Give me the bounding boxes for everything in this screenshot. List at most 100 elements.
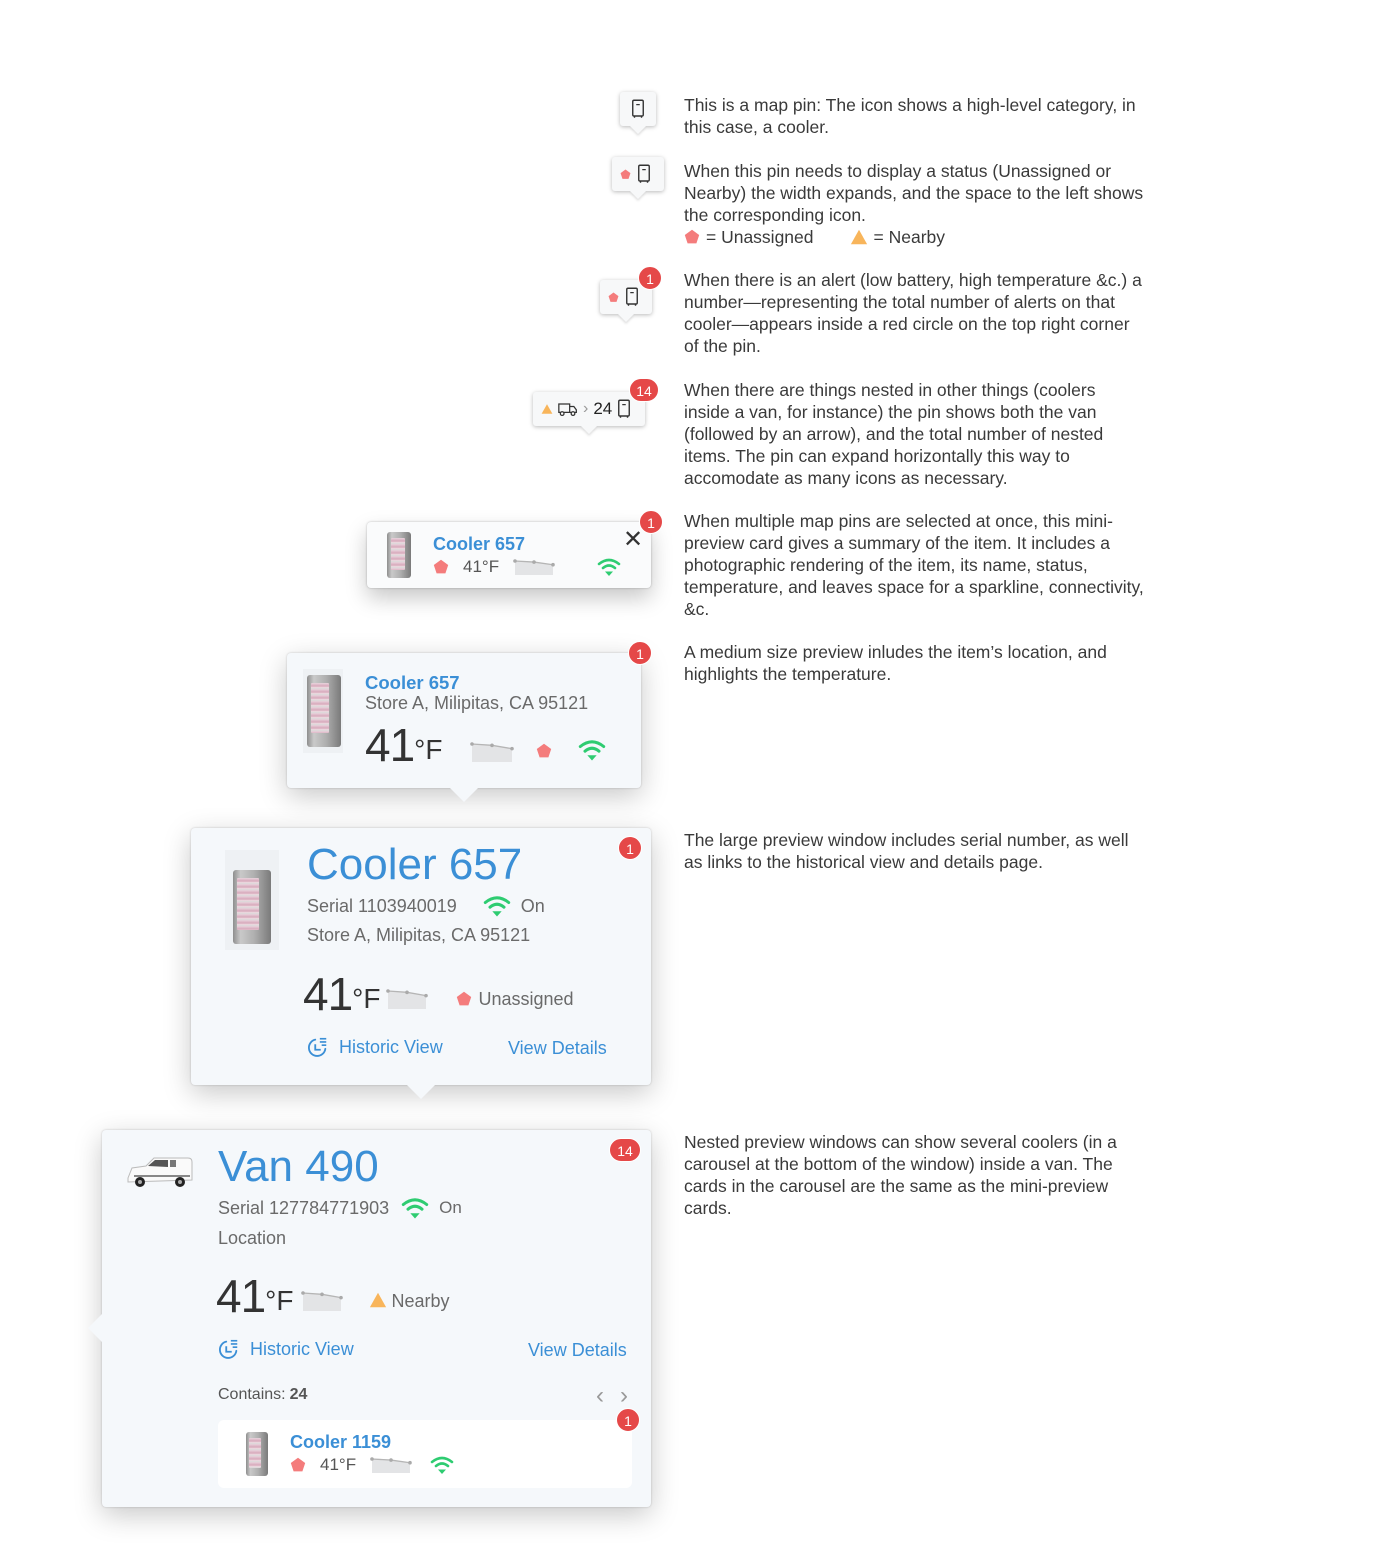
map-pin-alert[interactable]: 1 bbox=[600, 266, 662, 314]
sparkline-point bbox=[532, 560, 536, 564]
sparkline-point bbox=[301, 1291, 306, 1295]
item-name[interactable]: Cooler 657 bbox=[307, 840, 522, 890]
mini-card-status-row: 41°F bbox=[433, 556, 621, 578]
cooler-photo bbox=[225, 850, 279, 950]
temperature: 41°F bbox=[463, 557, 500, 576]
temperature-row: 41 °F bbox=[365, 719, 606, 771]
sparkline bbox=[370, 1457, 412, 1473]
description-pin-status-text: When this pin needs to display a status … bbox=[684, 161, 1144, 225]
wifi-icon bbox=[401, 1196, 429, 1220]
view-details-link[interactable]: View Details bbox=[508, 1038, 607, 1059]
connectivity-status: On bbox=[439, 1198, 462, 1217]
carousel-next-button[interactable]: › bbox=[620, 1382, 628, 1410]
carousel-prev-button[interactable]: ‹ bbox=[596, 1382, 604, 1410]
wifi-icon bbox=[430, 1455, 454, 1475]
temperature-unit: °F bbox=[352, 983, 381, 1014]
truck-icon bbox=[558, 401, 578, 417]
sparkline-point bbox=[405, 990, 410, 995]
contains-label: Contains: bbox=[218, 1386, 286, 1403]
sparkline-point bbox=[470, 742, 475, 746]
sparkline bbox=[386, 989, 429, 1009]
mini-preview-card[interactable]: Cooler 657 41°F ✕ 1 bbox=[367, 510, 663, 588]
description-pin-basic: This is a map pin: The icon shows a high… bbox=[684, 95, 1136, 137]
view-details-link[interactable]: View Details bbox=[528, 1340, 627, 1361]
nearby-triangle-icon bbox=[850, 228, 868, 246]
temperature-unit: °F bbox=[414, 734, 443, 765]
description-nested-preview: Nested preview windows can show several … bbox=[684, 1132, 1117, 1218]
legend-unassigned-label: = Unassigned bbox=[706, 227, 814, 247]
cooler-photo bbox=[303, 669, 343, 753]
alert-badge: 14 bbox=[629, 378, 659, 402]
map-pin-basic[interactable] bbox=[620, 92, 656, 126]
sparkline-point bbox=[320, 1292, 325, 1297]
historic-view-link[interactable]: Historic View bbox=[307, 1036, 443, 1058]
unassigned-pentagon-icon bbox=[456, 991, 472, 1007]
sparkline-point bbox=[370, 1457, 374, 1461]
contains-row: Contains: 24 bbox=[218, 1386, 307, 1404]
item-name[interactable]: Cooler 657 bbox=[433, 534, 525, 555]
cooler-icon bbox=[631, 99, 645, 119]
temperature-unit: °F bbox=[265, 1285, 294, 1316]
medium-preview-card[interactable]: Cooler 657 Store A, Milipitas, CA 95121 … bbox=[287, 641, 652, 802]
nearby-triangle-icon bbox=[369, 1291, 387, 1309]
historic-view-label[interactable]: Historic View bbox=[250, 1339, 354, 1360]
van-photo bbox=[124, 1152, 196, 1192]
alert-badge: 14 bbox=[609, 1138, 641, 1162]
sparkline bbox=[470, 742, 515, 762]
description-medium-preview: A medium size preview inludes the item’s… bbox=[684, 642, 1107, 684]
unassigned-pentagon-icon bbox=[536, 743, 552, 759]
sparkline-point bbox=[513, 559, 517, 563]
large-preview-card[interactable]: Cooler 657 Serial 1103940019 On Store A,… bbox=[191, 828, 651, 1099]
status-label: Unassigned bbox=[478, 988, 574, 1009]
temperature-value: 41 bbox=[365, 719, 415, 771]
item-name[interactable]: Cooler 1159 bbox=[290, 1432, 391, 1453]
cooler-icon bbox=[617, 399, 631, 419]
description-pin-status: When this pin needs to display a status … bbox=[684, 160, 1144, 248]
cooler-icon bbox=[625, 287, 639, 307]
item-name[interactable]: Cooler 657 bbox=[365, 672, 460, 694]
item-location: Store A, Milipitas, CA 95121 bbox=[307, 925, 531, 945]
nearby-triangle-icon bbox=[541, 403, 553, 415]
carousel-card-status-row: 41°F bbox=[290, 1454, 454, 1476]
temperature-row: 41 °F Unassigned bbox=[303, 968, 574, 1020]
chevron-right-icon: › bbox=[583, 400, 589, 417]
sparkline-point bbox=[408, 1460, 412, 1465]
unassigned-pentagon-icon bbox=[684, 229, 700, 245]
serial-number: Serial 1103940019 bbox=[307, 895, 457, 916]
unassigned-pentagon-icon bbox=[620, 169, 631, 180]
nested-count: 24 bbox=[593, 399, 613, 418]
carousel-card[interactable]: Cooler 1159 41°F 1 bbox=[218, 1408, 640, 1488]
item-location: Location bbox=[218, 1228, 287, 1248]
serial-row: Serial 127784771903 On bbox=[218, 1196, 462, 1220]
legend-nearby-label: = Nearby bbox=[873, 227, 946, 247]
contains-count: 24 bbox=[289, 1386, 308, 1403]
sparkline-point bbox=[424, 993, 429, 998]
historic-view-label[interactable]: Historic View bbox=[339, 1037, 443, 1058]
serial-row: Serial 1103940019 On bbox=[307, 894, 545, 918]
map-pin-status[interactable] bbox=[612, 157, 664, 191]
alert-badge: 1 bbox=[639, 510, 663, 534]
sparkline-point bbox=[490, 743, 495, 748]
status-legend: = Unassigned = Nearby bbox=[684, 226, 1144, 248]
sparkline-point bbox=[339, 1295, 344, 1300]
sparkline-point bbox=[389, 1458, 393, 1462]
van-preview-card[interactable]: Van 490 Serial 127784771903 On Location … bbox=[88, 1130, 651, 1507]
status-label: Nearby bbox=[391, 1290, 450, 1311]
cooler-photo bbox=[246, 1432, 268, 1476]
temperature-value: 41 bbox=[216, 1270, 266, 1322]
wifi-icon bbox=[578, 738, 606, 762]
close-icon[interactable]: ✕ bbox=[623, 528, 643, 552]
alert-badge: 1 bbox=[618, 836, 642, 860]
item-location: Store A, Milipitas, CA 95121 bbox=[365, 693, 589, 713]
sparkline-point bbox=[551, 562, 555, 567]
alert-badge: 1 bbox=[616, 1408, 640, 1432]
temperature-value: 41 bbox=[303, 968, 353, 1020]
history-icon bbox=[218, 1338, 240, 1360]
historic-view-link[interactable]: Historic View bbox=[218, 1338, 354, 1360]
temperature-row: 41 °F Nearby bbox=[216, 1270, 450, 1322]
sparkline bbox=[513, 559, 555, 575]
item-name[interactable]: Van 490 bbox=[218, 1142, 379, 1192]
description-large-preview: The large preview window includes serial… bbox=[684, 830, 1129, 872]
map-pin-nested[interactable]: › 24 14 bbox=[533, 378, 659, 426]
alert-badge: 1 bbox=[628, 641, 652, 665]
